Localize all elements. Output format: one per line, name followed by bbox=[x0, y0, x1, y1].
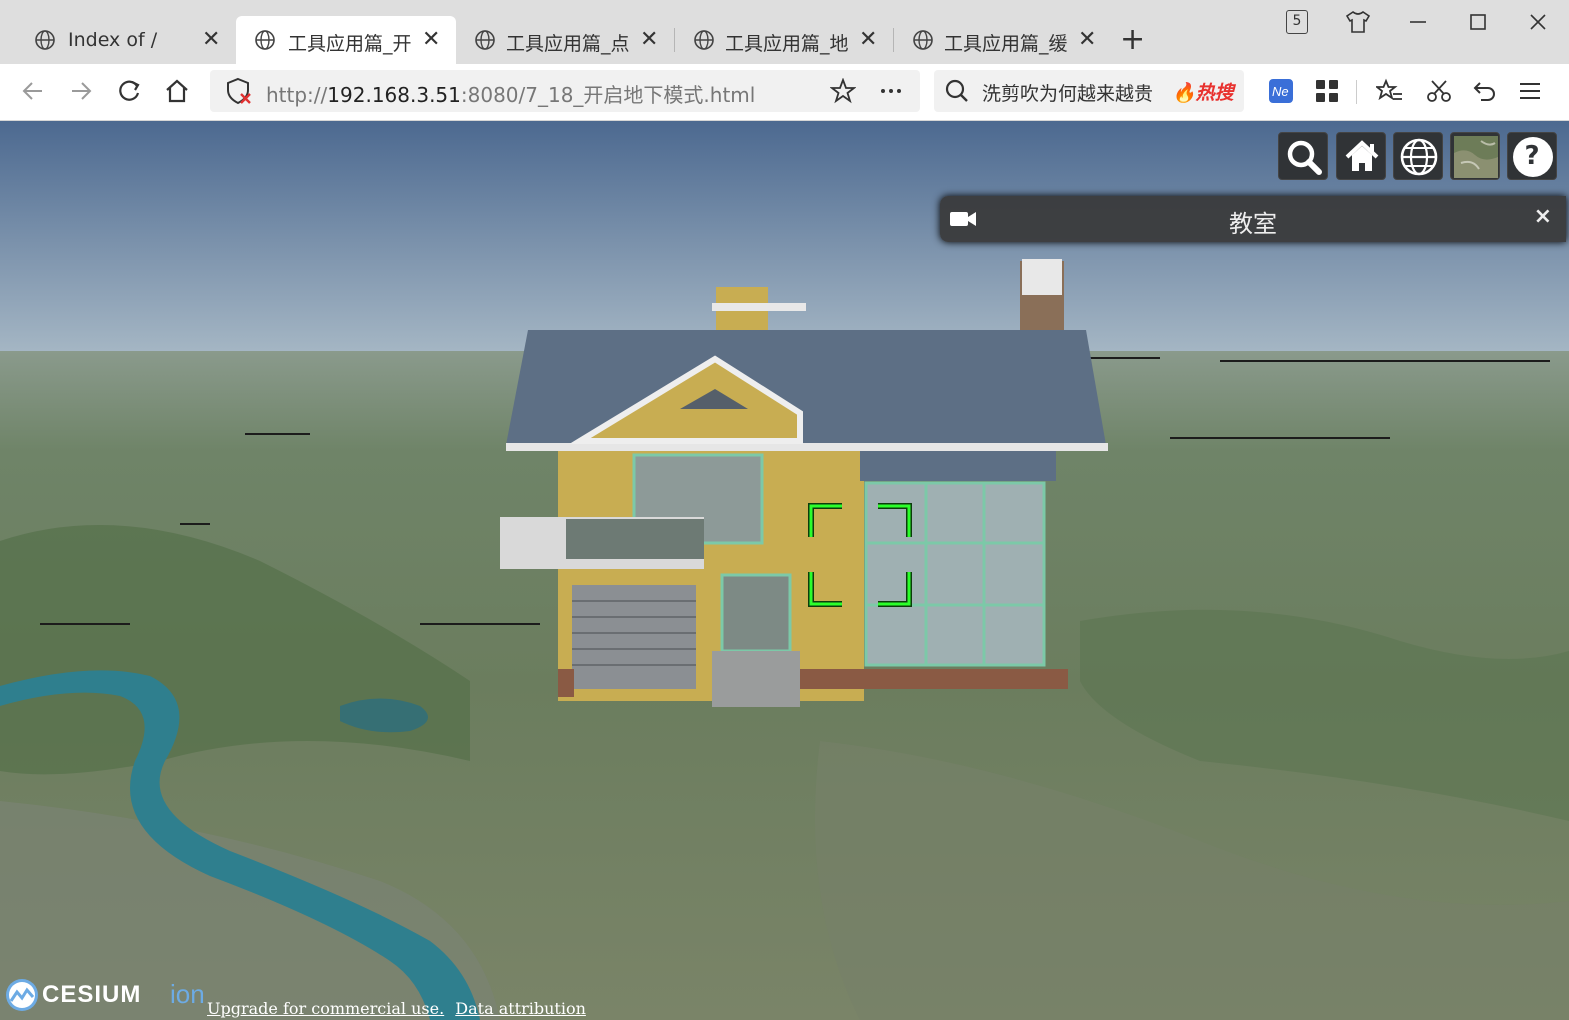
search-suggestion: 洗剪吹为何越来越贵 bbox=[982, 83, 1154, 105]
imagery-layer-icon bbox=[1454, 136, 1498, 178]
globe-icon bbox=[1400, 138, 1438, 176]
tab-index-of[interactable]: Index of / ✕ bbox=[0, 16, 236, 64]
search-icon bbox=[945, 79, 968, 102]
insecure-shield-icon[interactable] bbox=[224, 76, 254, 106]
globe-icon bbox=[913, 30, 933, 50]
forward-arrow-icon[interactable] bbox=[66, 76, 96, 106]
roof-eave bbox=[506, 443, 1108, 451]
tab-label: 工具应用篇_缓冲 bbox=[944, 33, 1068, 55]
scene-mode-button[interactable] bbox=[1393, 132, 1443, 180]
globe-icon bbox=[475, 30, 495, 50]
menu-icon[interactable] bbox=[1518, 78, 1542, 104]
lower-roof bbox=[860, 451, 1056, 481]
globe-icon bbox=[694, 30, 714, 50]
url-host: 192.168.3.51 bbox=[327, 83, 461, 107]
upgrade-link[interactable]: Upgrade for commercial use. bbox=[207, 999, 444, 1018]
back-arrow-icon[interactable] bbox=[18, 76, 48, 106]
more-dots-icon[interactable] bbox=[878, 78, 904, 104]
tab-close-icon[interactable]: ✕ bbox=[202, 27, 220, 52]
minimize-icon[interactable] bbox=[1408, 12, 1428, 32]
favorites-icon[interactable] bbox=[1376, 78, 1404, 104]
search-icon bbox=[1287, 140, 1322, 175]
browser-toolbar: http://192.168.3.51:8080/7_18_开启地下模式.htm… bbox=[0, 64, 1569, 121]
tab-label: 工具应用篇_开启 bbox=[288, 33, 412, 55]
infobox: 教室 × bbox=[940, 196, 1566, 242]
cesium-brand-text: CESIUM bbox=[42, 981, 142, 1008]
hot-search-text: 热搜 bbox=[1195, 82, 1234, 104]
brick-base bbox=[800, 669, 1068, 689]
chimney-trim bbox=[712, 303, 806, 311]
svg-text:Ne: Ne bbox=[1272, 84, 1289, 99]
infobox-title: 教室 bbox=[1229, 210, 1277, 238]
url-scheme: http:// bbox=[266, 83, 328, 107]
tab-label: 工具应用篇_地形 bbox=[725, 33, 849, 55]
cesium-viewer[interactable]: ? 教室 × CESIUM ion Upgrade for commercial… bbox=[0, 121, 1569, 1020]
flame-icon: 🔥 bbox=[1172, 82, 1196, 104]
close-window-icon[interactable] bbox=[1528, 12, 1548, 32]
help-label: ? bbox=[1524, 141, 1540, 171]
sunroom-glass bbox=[864, 481, 1046, 667]
tab-active[interactable]: 工具应用篇_开启 ✕ bbox=[236, 16, 456, 64]
tab-close-icon[interactable]: ✕ bbox=[422, 27, 440, 52]
tab-count-badge[interactable]: 5 bbox=[1286, 10, 1308, 34]
geocoder-search-button[interactable] bbox=[1278, 132, 1328, 180]
reload-icon[interactable] bbox=[114, 76, 144, 106]
tab-label: Index of / bbox=[68, 29, 158, 51]
tab-close-icon[interactable]: ✕ bbox=[859, 27, 877, 52]
cesium-logo-icon bbox=[6, 979, 38, 1011]
apps-grid-icon[interactable] bbox=[1314, 78, 1340, 104]
front-door bbox=[720, 573, 792, 653]
globe-icon bbox=[35, 30, 55, 50]
extension-ne-icon[interactable]: Ne bbox=[1268, 78, 1294, 104]
home-icon[interactable] bbox=[162, 76, 192, 106]
roof bbox=[506, 330, 1106, 445]
hot-search-label[interactable]: 🔥热搜 bbox=[1172, 78, 1234, 105]
cesium-ion-text: ion bbox=[170, 979, 205, 1009]
front-steps bbox=[712, 651, 800, 707]
credits-bar: Upgrade for commercial use. Data attribu… bbox=[207, 999, 592, 1018]
tab-close-icon[interactable]: ✕ bbox=[640, 27, 658, 52]
tab-terrain[interactable]: 工具应用篇_地形 ✕ bbox=[675, 16, 893, 64]
tab-strip: Index of / ✕ 工具应用篇_开启 ✕ 工具应用篇_点影 ✕ 工具应用篇… bbox=[0, 0, 1569, 64]
new-tab-icon[interactable]: + bbox=[1120, 22, 1145, 58]
balcony-glass bbox=[566, 519, 704, 559]
chimney-cap bbox=[1022, 259, 1062, 295]
toolbar-separator bbox=[1356, 80, 1357, 104]
home-view-button[interactable] bbox=[1336, 132, 1386, 180]
bookmark-star-icon[interactable] bbox=[830, 78, 856, 104]
terrain-scene[interactable] bbox=[0, 121, 1569, 1020]
tab-label: 工具应用篇_点影 bbox=[506, 33, 630, 55]
skin-shirt-icon[interactable] bbox=[1345, 10, 1371, 34]
globe-icon bbox=[255, 30, 275, 50]
tab-point[interactable]: 工具应用篇_点影 ✕ bbox=[456, 16, 674, 64]
url-text: http://192.168.3.51:8080/7_18_开启地下模式.htm… bbox=[266, 79, 755, 108]
undo-icon[interactable] bbox=[1472, 78, 1498, 104]
maximize-icon[interactable] bbox=[1468, 12, 1488, 32]
url-path: :8080/7_18_开启地下模式.html bbox=[460, 83, 756, 107]
address-bar[interactable]: http://192.168.3.51:8080/7_18_开启地下模式.htm… bbox=[210, 70, 920, 112]
screenshot-scissors-icon[interactable] bbox=[1426, 78, 1452, 104]
data-attribution-link[interactable]: Data attribution bbox=[455, 999, 586, 1018]
navigation-help-button[interactable]: ? bbox=[1507, 132, 1557, 180]
tab-buffer[interactable]: 工具应用篇_缓冲 ✕ bbox=[894, 16, 1112, 64]
base-layer-picker-button[interactable] bbox=[1450, 132, 1500, 180]
infobox-close-icon[interactable]: × bbox=[1534, 204, 1552, 229]
tab-close-icon[interactable]: ✕ bbox=[1078, 27, 1096, 52]
home-icon bbox=[1345, 140, 1379, 171]
brick-base-left bbox=[558, 669, 574, 697]
